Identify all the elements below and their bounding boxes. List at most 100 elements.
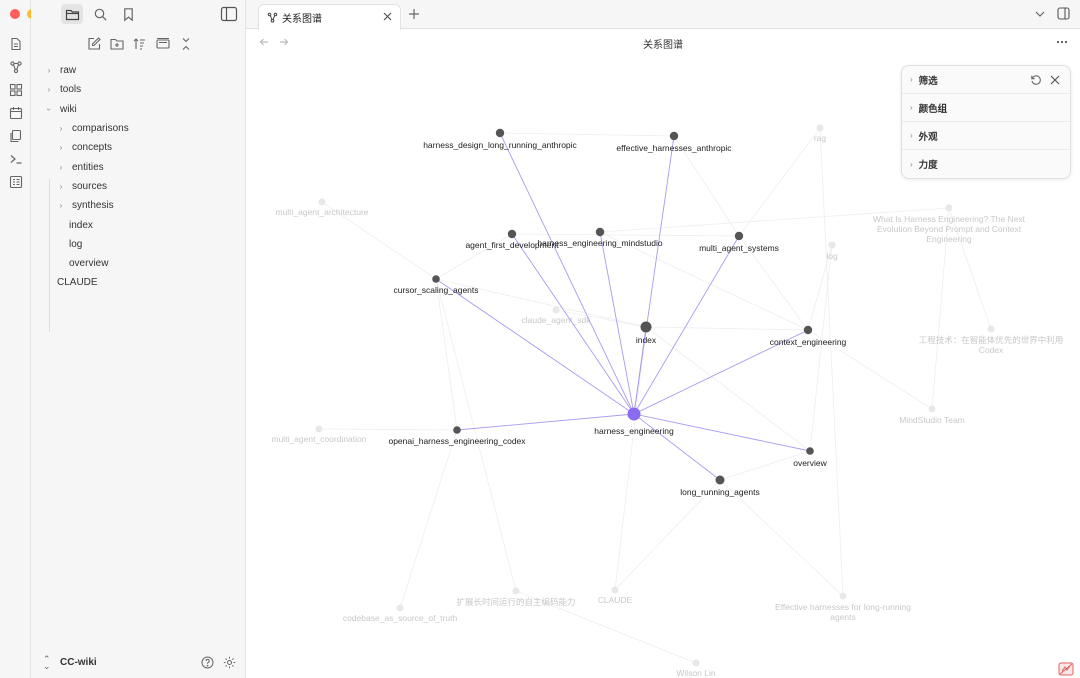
graph-node-dot[interactable] bbox=[692, 659, 700, 667]
graph-node-dot[interactable] bbox=[945, 204, 953, 212]
graph-node-dot[interactable] bbox=[734, 231, 744, 241]
canvas-icon[interactable] bbox=[7, 82, 25, 98]
graph-node[interactable]: harness_design_long_running_anthropic bbox=[423, 128, 578, 150]
graph-node-dot[interactable] bbox=[315, 425, 323, 433]
graph-node-dot[interactable] bbox=[640, 321, 652, 333]
reset-icon[interactable] bbox=[1030, 74, 1042, 86]
tree-item-folder[interactable]: › concepts bbox=[31, 138, 245, 157]
graph-node-dot[interactable] bbox=[495, 128, 505, 138]
graph-node-dot[interactable] bbox=[396, 604, 404, 612]
toggle-sidebar-icon[interactable] bbox=[220, 6, 238, 22]
graph-node[interactable]: claude_agent_sdk bbox=[521, 306, 591, 326]
collapse-all-button[interactable] bbox=[178, 36, 193, 51]
sort-button[interactable] bbox=[132, 36, 147, 51]
bases-icon[interactable] bbox=[7, 174, 25, 190]
graph-node[interactable]: multi_agent_systems bbox=[699, 231, 779, 253]
templates-icon[interactable] bbox=[7, 128, 25, 144]
graph-node[interactable]: Wilson Lin bbox=[676, 659, 716, 678]
graph-node-dot[interactable] bbox=[627, 407, 641, 421]
close-icon[interactable] bbox=[1050, 75, 1060, 85]
tree-item-folder[interactable]: › entities bbox=[31, 157, 245, 176]
graph-section-filters[interactable]: › 筛选 bbox=[902, 66, 1072, 94]
graph-node-dot[interactable] bbox=[432, 275, 440, 283]
tab-bar: 关系图谱 bbox=[246, 0, 1080, 30]
graph-node[interactable]: long_running_agents bbox=[680, 475, 760, 498]
search-tab-button[interactable] bbox=[89, 4, 111, 24]
chevron-down-icon[interactable] bbox=[1034, 8, 1046, 20]
graph-animate-icon[interactable] bbox=[1058, 662, 1074, 676]
graph-node-dot[interactable] bbox=[595, 227, 605, 237]
graph-node[interactable]: log bbox=[826, 241, 838, 262]
tree-item-folder[interactable]: › raw bbox=[31, 61, 245, 80]
close-icon[interactable] bbox=[383, 12, 392, 21]
graph-node-dot[interactable] bbox=[669, 131, 679, 141]
graph-node-dot[interactable] bbox=[715, 475, 725, 485]
graph-node-dot[interactable] bbox=[928, 405, 936, 413]
daily-note-icon[interactable] bbox=[7, 105, 25, 121]
tree-item-label: tools bbox=[60, 84, 82, 96]
graph-node[interactable]: Effective harnesses for long-running agen… bbox=[775, 592, 911, 623]
more-options-icon[interactable] bbox=[1056, 39, 1068, 45]
auto-reveal-button[interactable] bbox=[155, 36, 170, 51]
graph-node-dot[interactable] bbox=[611, 586, 619, 594]
close-window-button[interactable] bbox=[10, 9, 20, 19]
tree-item-label: synthesis bbox=[72, 200, 114, 212]
tree-item-folder[interactable]: › comparisons bbox=[31, 119, 245, 138]
tab-graph-view[interactable]: 关系图谱 bbox=[258, 4, 401, 30]
bookmark-icon bbox=[123, 7, 133, 21]
graph-node[interactable]: 工程技术：在智能体优先的世界中利用 Codex bbox=[919, 325, 1064, 356]
tree-item-file[interactable]: index bbox=[31, 215, 245, 234]
graph-node-dot[interactable] bbox=[806, 447, 814, 455]
graph-node[interactable]: overview bbox=[793, 447, 828, 468]
graph-view-icon[interactable] bbox=[7, 59, 25, 75]
left-ribbon bbox=[0, 0, 54, 678]
toggle-right-sidebar-icon[interactable] bbox=[1057, 7, 1070, 20]
graph-node-dot[interactable] bbox=[839, 592, 847, 600]
graph-node[interactable]: MindStudio Team bbox=[899, 405, 965, 426]
terminal-icon[interactable] bbox=[7, 151, 25, 167]
bookmarks-tab-button[interactable] bbox=[117, 4, 139, 24]
graph-node[interactable]: multi_agent_coordination bbox=[272, 425, 367, 445]
tree-item-file[interactable]: overview bbox=[31, 254, 245, 273]
graph-node[interactable]: rag bbox=[814, 124, 827, 144]
tree-item-folder[interactable]: › wiki bbox=[31, 100, 245, 119]
graph-node-dot[interactable] bbox=[512, 587, 520, 595]
graph-node[interactable]: harness_engineering_mindstudio bbox=[537, 227, 663, 248]
new-folder-button[interactable] bbox=[109, 36, 124, 51]
graph-node-dot[interactable] bbox=[453, 426, 461, 434]
settings-gear-icon[interactable] bbox=[223, 656, 236, 669]
tree-item-file[interactable]: log bbox=[31, 235, 245, 254]
tree-item-folder[interactable]: › sources bbox=[31, 177, 245, 196]
graph-node[interactable]: codebase_as_source_of_truth bbox=[343, 604, 458, 624]
tree-item-folder[interactable]: › tools bbox=[31, 80, 245, 99]
graph-section-groups[interactable]: › 颜色组 bbox=[902, 94, 1072, 122]
tree-item-folder[interactable]: › synthesis bbox=[31, 196, 245, 215]
help-icon[interactable] bbox=[201, 656, 214, 669]
graph-node-dot[interactable] bbox=[318, 198, 326, 206]
new-note-button[interactable] bbox=[86, 36, 101, 51]
graph-section-display[interactable]: › 外观 bbox=[902, 122, 1072, 150]
graph-node-label: multi_agent_architecture bbox=[275, 207, 368, 217]
tree-item-label: index bbox=[69, 219, 93, 231]
graph-node[interactable]: What Is Harness Engineering? The Next Evo… bbox=[873, 204, 1026, 245]
graph-section-forces[interactable]: › 力度 bbox=[902, 150, 1072, 178]
open-quick-switcher-icon[interactable] bbox=[7, 36, 25, 52]
graph-node[interactable]: 扩展长时间运行的自主编码能力 bbox=[456, 587, 576, 608]
graph-node[interactable]: context_engineering bbox=[770, 325, 847, 347]
graph-node-dot[interactable] bbox=[552, 306, 560, 314]
graph-node-dot[interactable] bbox=[828, 241, 836, 249]
vault-switcher[interactable]: ⌃ ⌄ CC-wiki bbox=[31, 648, 245, 678]
graph-node[interactable]: CLAUDE bbox=[598, 586, 633, 606]
graph-node[interactable]: harness_engineering bbox=[594, 407, 674, 437]
graph-node[interactable]: multi_agent_architecture bbox=[275, 198, 369, 218]
graph-node-dot[interactable] bbox=[987, 325, 995, 333]
tree-item-file[interactable]: CLAUDE bbox=[31, 273, 245, 292]
graph-node-dot[interactable] bbox=[507, 229, 517, 239]
graph-node[interactable]: cursor_scaling_agents bbox=[393, 275, 479, 295]
graph-edge-faded bbox=[499, 132, 675, 137]
graph-node-dot[interactable] bbox=[803, 325, 813, 335]
files-tab-button[interactable] bbox=[61, 4, 83, 24]
graph-node-dot[interactable] bbox=[816, 124, 824, 132]
graph-node[interactable]: openai_harness_engineering_codex bbox=[388, 426, 526, 446]
new-tab-icon[interactable] bbox=[408, 8, 420, 20]
